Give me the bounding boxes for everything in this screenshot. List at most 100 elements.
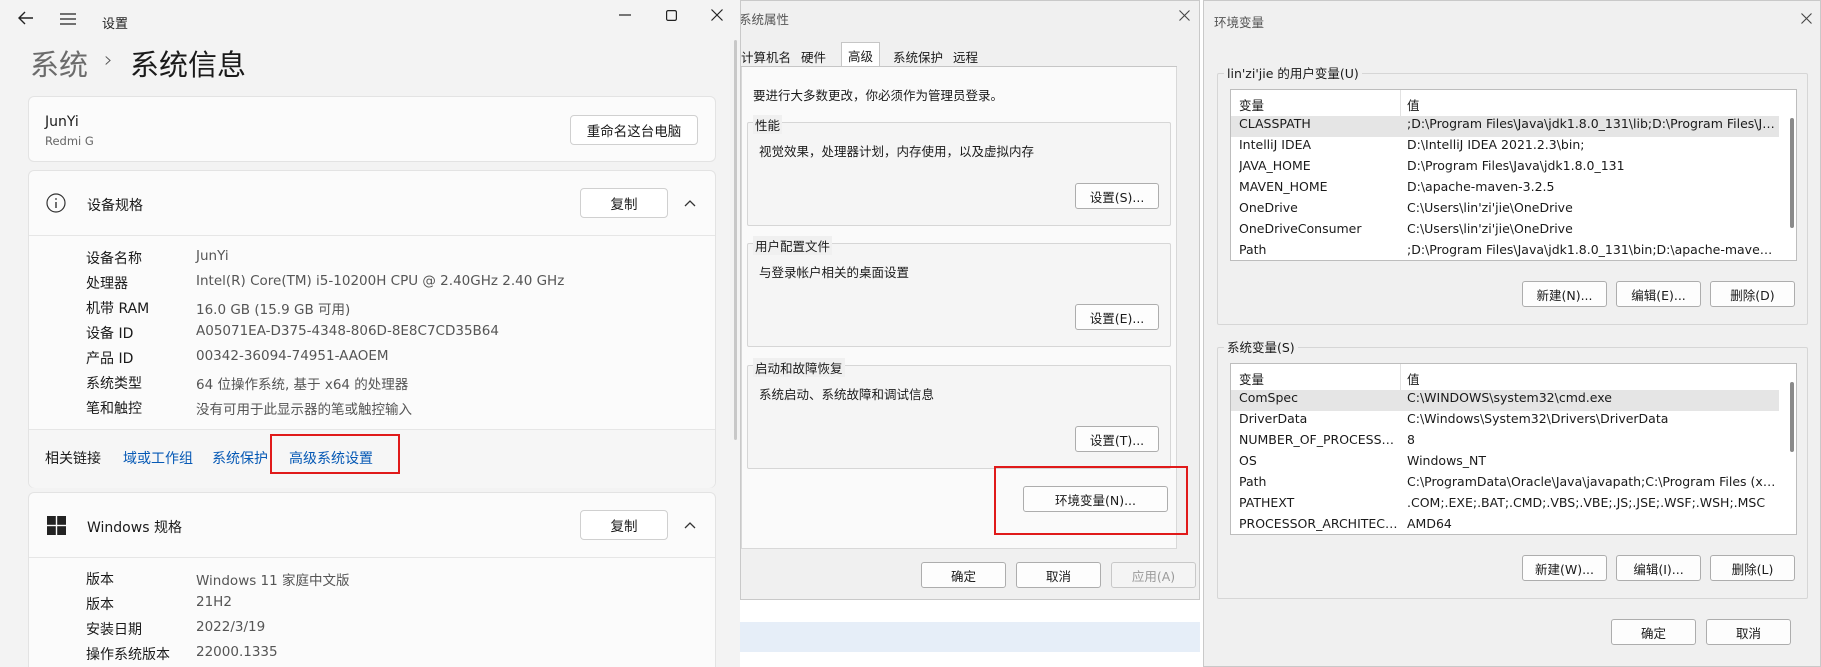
startup-recovery-settings-button[interactable]: 设置(T)... bbox=[1075, 426, 1159, 452]
cancel-button[interactable]: 取消 bbox=[1016, 562, 1101, 588]
maximize-button[interactable] bbox=[656, 4, 686, 26]
column-separator bbox=[1400, 364, 1401, 390]
close-icon bbox=[1801, 13, 1812, 24]
col-header-value[interactable]: 值 bbox=[1407, 369, 1420, 388]
settings-app-title: 设置 bbox=[102, 17, 129, 32]
copy-windows-specs-button[interactable]: 复制 bbox=[580, 510, 668, 540]
list-item[interactable]: OS Windows_NT bbox=[1231, 453, 1779, 474]
divider bbox=[29, 235, 715, 236]
spec-value: A05071EA-D375-4348-806D-8E8C7CD35B64 bbox=[196, 323, 499, 339]
tab-hardware[interactable]: 硬件 bbox=[795, 44, 832, 66]
device-specs-header: 设备规格 bbox=[87, 198, 143, 214]
list-item[interactable]: OneDriveConsumer C:\Users\lin'zi'jie\OneD… bbox=[1231, 221, 1779, 242]
back-arrow-icon[interactable] bbox=[18, 11, 34, 25]
col-header-variable[interactable]: 变量 bbox=[1239, 369, 1264, 388]
spec-label: 机带 RAM bbox=[86, 301, 150, 317]
list-item[interactable]: PROCESSOR_ARCHITECT... AMD64 bbox=[1231, 516, 1779, 534]
tab-advanced[interactable]: 高级 bbox=[841, 42, 881, 66]
system-vars-label: 系统变量(S) bbox=[1224, 337, 1298, 356]
spec-label: 笔和触控 bbox=[86, 401, 142, 417]
tab-computer-name[interactable]: 计算机名 bbox=[741, 44, 797, 66]
user-delete-button[interactable]: 删除(D) bbox=[1710, 281, 1795, 307]
windows-specs-header: Windows 规格 bbox=[87, 520, 182, 536]
list-item[interactable]: PATHEXT .COM;.EXE;.BAT;.CMD;.VBS;.VBE;.JS… bbox=[1231, 495, 1779, 516]
settings-window: 设置 系统 › 系统信息 JunYi Redmi G 重命名这台电脑 设备规格 … bbox=[0, 0, 740, 667]
spec-value: 16.0 GB (15.9 GB 可用) bbox=[196, 302, 351, 318]
envvars-cancel-button[interactable]: 取消 bbox=[1706, 619, 1791, 645]
spec-value: Windows 11 家庭中文版 bbox=[196, 573, 350, 589]
spec-value: 没有可用于此显示器的笔或触控输入 bbox=[196, 402, 412, 418]
hamburger-menu-icon[interactable] bbox=[60, 13, 76, 25]
list-item[interactable]: DriverData C:\Windows\System32\Drivers\Dr… bbox=[1231, 411, 1779, 432]
copy-device-specs-button[interactable]: 复制 bbox=[580, 188, 668, 218]
user-new-button[interactable]: 新建(N)... bbox=[1522, 281, 1607, 307]
system-vars-scrollbar[interactable] bbox=[1790, 382, 1794, 452]
envvars-ok-button[interactable]: 确定 bbox=[1611, 619, 1696, 645]
tab-remote[interactable]: 远程 bbox=[947, 44, 984, 66]
user-vars-scrollbar[interactable] bbox=[1790, 118, 1794, 228]
environment-variables-dialog: 环境变量 lin'zi'jie 的用户变量(U) 变量 值 CLASSPATH;… bbox=[1203, 0, 1821, 667]
close-icon bbox=[1179, 10, 1190, 21]
close-button[interactable] bbox=[702, 4, 732, 26]
chevron-up-icon[interactable] bbox=[684, 521, 696, 529]
list-header: 变量 值 bbox=[1231, 364, 1796, 390]
maximize-icon bbox=[665, 9, 677, 21]
group-desc: 视觉效果，处理器计划，内存使用，以及虚拟内存 bbox=[759, 144, 1035, 159]
spec-label: 安装日期 bbox=[86, 622, 142, 638]
list-item[interactable]: NUMBER_OF_PROCESSORS 8 bbox=[1231, 432, 1779, 453]
divider bbox=[29, 557, 715, 558]
spec-value: 21H2 bbox=[196, 594, 232, 610]
spec-label: 系统类型 bbox=[86, 376, 142, 392]
rename-pc-button[interactable]: 重命名这台电脑 bbox=[570, 115, 698, 145]
col-header-value[interactable]: 值 bbox=[1407, 95, 1420, 114]
settings-scrollbar[interactable] bbox=[734, 40, 737, 440]
spec-label: 版本 bbox=[86, 572, 114, 588]
list-item[interactable]: OneDrive C:\Users\lin'zi'jie\OneDrive bbox=[1231, 200, 1779, 221]
list-item[interactable]: ComSpec C:\WINDOWS\system32\cmd.exe bbox=[1231, 390, 1779, 411]
sysprops-close-button[interactable] bbox=[1179, 10, 1190, 21]
column-separator bbox=[1400, 90, 1401, 116]
list-header: 变量 值 bbox=[1231, 90, 1796, 116]
highlight-box bbox=[994, 466, 1188, 535]
user-edit-button[interactable]: 编辑(E)... bbox=[1616, 281, 1701, 307]
spec-value: JunYi bbox=[196, 248, 229, 264]
highlight-box bbox=[270, 434, 400, 474]
breadcrumb-parent[interactable]: 系统 bbox=[30, 42, 88, 84]
close-icon bbox=[711, 9, 723, 21]
background-window-band bbox=[740, 622, 1200, 652]
link-system-protection[interactable]: 系统保护 bbox=[212, 448, 268, 468]
page-title: 系统信息 bbox=[130, 48, 247, 82]
chevron-up-icon[interactable] bbox=[684, 199, 696, 207]
group-title: 性能 bbox=[753, 115, 783, 134]
settings-title-bar: 设置 bbox=[0, 0, 740, 38]
link-domain-workgroup[interactable]: 域或工作组 bbox=[123, 448, 193, 468]
spec-label: 设备 ID bbox=[86, 326, 134, 342]
col-header-variable[interactable]: 变量 bbox=[1239, 95, 1264, 114]
ok-button[interactable]: 确定 bbox=[921, 562, 1006, 588]
minimize-icon bbox=[619, 14, 631, 16]
list-item[interactable]: CLASSPATH ;D:\Program Files\Java\jdk1.8.0… bbox=[1231, 116, 1779, 137]
group-desc: 与登录帐户相关的桌面设置 bbox=[759, 265, 910, 280]
info-icon bbox=[46, 193, 66, 213]
group-title: 启动和故障恢复 bbox=[753, 358, 845, 377]
performance-settings-button[interactable]: 设置(S)... bbox=[1075, 183, 1159, 209]
minimize-button[interactable] bbox=[610, 4, 640, 26]
tab-system-protection[interactable]: 系统保护 bbox=[887, 44, 949, 66]
system-new-button[interactable]: 新建(W)... bbox=[1522, 555, 1607, 581]
spec-label: 产品 ID bbox=[86, 351, 134, 367]
device-model: Redmi G bbox=[45, 134, 94, 148]
list-item[interactable]: MAVEN_HOME D:\apache-maven-3.2.5 bbox=[1231, 179, 1779, 200]
list-item[interactable]: Path C:\ProgramData\Oracle\Java\javapath;… bbox=[1231, 474, 1779, 495]
system-properties-dialog: 系统属性 计算机名 硬件 高级 系统保护 远程 要进行大多数更改，你必须作为管理… bbox=[740, 0, 1200, 600]
system-edit-button[interactable]: 编辑(I)... bbox=[1616, 555, 1701, 581]
breadcrumb-separator: › bbox=[104, 48, 113, 73]
list-item[interactable]: JAVA_HOME D:\Program Files\Java\jdk1.8.0_… bbox=[1231, 158, 1779, 179]
system-delete-button[interactable]: 删除(L) bbox=[1710, 555, 1795, 581]
list-item[interactable]: IntelliJ IDEA D:\IntelliJ IDEA 2021.2.3\b… bbox=[1231, 137, 1779, 158]
envvars-close-button[interactable] bbox=[1801, 13, 1812, 24]
apply-button[interactable]: 应用(A) bbox=[1111, 562, 1196, 588]
spec-label: 处理器 bbox=[86, 276, 128, 292]
list-item[interactable]: Path ;D:\Program Files\Java\jdk1.8.0_131\… bbox=[1231, 242, 1779, 260]
user-profile-settings-button[interactable]: 设置(E)... bbox=[1075, 304, 1159, 330]
group-title: 用户配置文件 bbox=[753, 236, 833, 255]
